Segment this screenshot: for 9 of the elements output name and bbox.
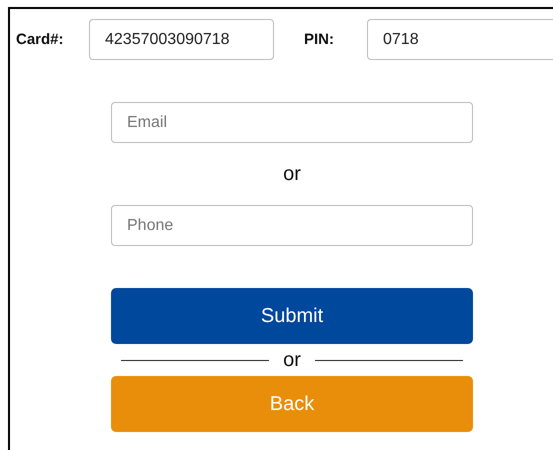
phone-field[interactable]: Phone [111,205,473,246]
card-number-field[interactable]: 42357003090718 [89,19,274,60]
pin-label: PIN: [304,31,335,48]
email-field[interactable]: Email [111,102,473,143]
pin-field[interactable]: 0718 [367,19,553,60]
card-label: Card#: [16,31,65,48]
or-text: or [283,163,301,186]
submit-button[interactable]: Submit [111,288,473,344]
or-text: or [283,348,301,372]
